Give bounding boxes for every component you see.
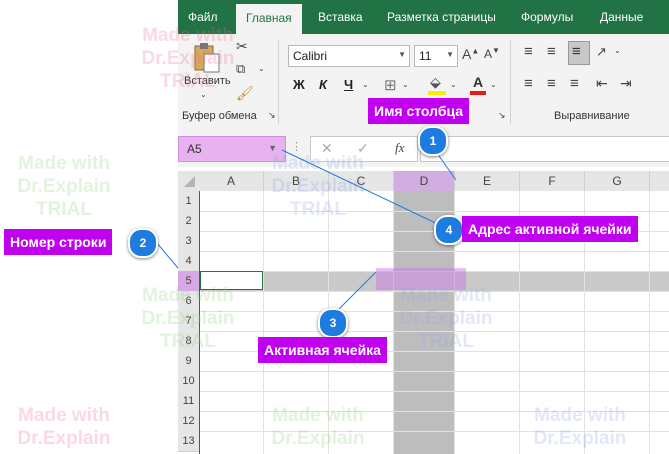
callout-label-row-number: Номер строки xyxy=(4,229,113,255)
callout-badge-1: 1 xyxy=(418,126,448,156)
callout-badge-3: 3 xyxy=(318,308,348,338)
callout-label-active-cell: Активная ячейка xyxy=(258,337,387,363)
callout-badge-4: 4 xyxy=(434,215,464,245)
callout-label-cell-address: Адрес активной ячейки xyxy=(462,216,638,242)
callout-label-column-name: Имя столбца xyxy=(368,98,470,124)
callout-badge-2: 2 xyxy=(128,228,158,258)
